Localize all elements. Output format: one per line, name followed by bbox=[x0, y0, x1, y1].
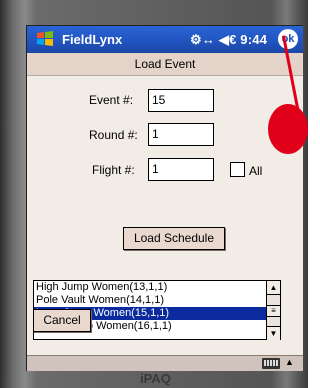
page-title: Load Event bbox=[27, 53, 303, 76]
all-checkbox[interactable] bbox=[230, 162, 245, 177]
list-item[interactable]: High Jump Women(13,1,1) bbox=[34, 281, 280, 294]
event-label: Event #: bbox=[89, 93, 134, 107]
title-bar: FieldLynx ⚙↔ ◀€ 9:44 ok bbox=[27, 26, 303, 53]
ok-button[interactable]: ok bbox=[278, 29, 298, 49]
scroll-up-icon[interactable]: ▲ bbox=[267, 281, 280, 295]
status-area[interactable]: ⚙↔ ◀€ 9:44 bbox=[190, 32, 267, 48]
device-brand-logo: iPAQ bbox=[140, 371, 171, 386]
cancel-button[interactable]: Cancel bbox=[33, 309, 91, 332]
list-item[interactable]: Pole Vault Women(14,1,1) bbox=[34, 294, 280, 307]
load-schedule-button[interactable]: Load Schedule bbox=[123, 227, 225, 250]
all-label: All bbox=[249, 164, 263, 178]
round-label: Round #: bbox=[89, 128, 138, 142]
menu-bar: ▲ bbox=[27, 355, 303, 371]
flight-label: Flight #: bbox=[92, 163, 135, 177]
app-title: FieldLynx bbox=[62, 32, 123, 47]
event-number-input[interactable]: 15 bbox=[148, 89, 214, 112]
scroll-thumb[interactable]: ≡ bbox=[267, 305, 280, 317]
windows-start-icon[interactable] bbox=[35, 29, 55, 49]
annotation-marker bbox=[268, 104, 308, 154]
list-scrollbar[interactable]: ▲ ≡ ▼ bbox=[266, 281, 280, 340]
flight-number-input[interactable]: 1 bbox=[148, 158, 214, 181]
device-screen: FieldLynx ⚙↔ ◀€ 9:44 ok Load Event Event… bbox=[26, 25, 303, 371]
keyboard-icon[interactable] bbox=[262, 358, 280, 369]
round-number-input[interactable]: 1 bbox=[148, 123, 214, 146]
scroll-down-icon[interactable]: ▼ bbox=[267, 326, 280, 340]
input-panel-arrow-icon[interactable]: ▲ bbox=[285, 357, 294, 367]
